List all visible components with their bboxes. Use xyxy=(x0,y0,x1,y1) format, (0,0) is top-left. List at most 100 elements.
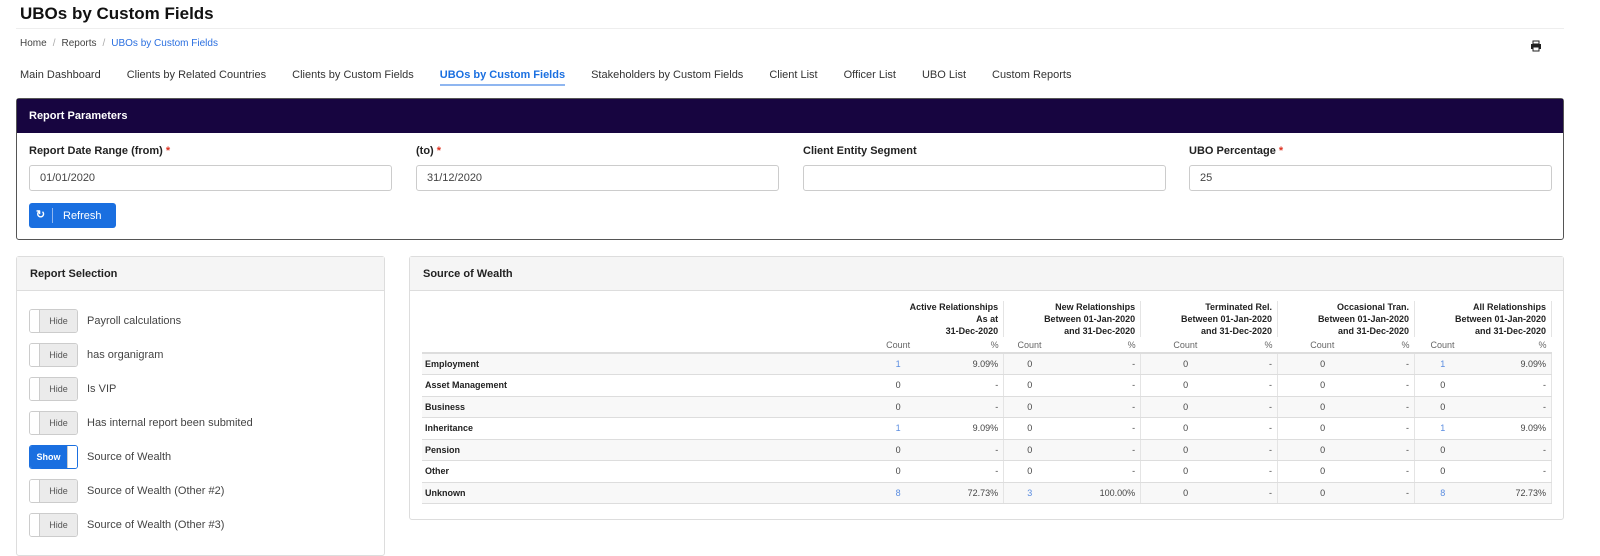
row-label: Pension xyxy=(422,439,871,461)
percent-cell: - xyxy=(1060,460,1142,483)
param-field: Report Date Range (from) * 01/01/2020 xyxy=(29,145,392,191)
report-selection-item: Show Source of Wealth xyxy=(29,445,171,469)
table-row: Employment 1 9.09% 0-0-0-1 9.09% xyxy=(422,353,1552,375)
visibility-toggle[interactable]: Hide xyxy=(29,309,78,333)
item-label: Source of Wealth (Other #3) xyxy=(87,519,225,531)
column-group-header: Active Relationships As at 31-Dec-2020 xyxy=(871,301,1005,337)
header-line: Terminated Rel. xyxy=(1205,302,1273,312)
print-icon[interactable] xyxy=(1530,40,1542,52)
tab-clients-by-related-countries[interactable]: Clients by Related Countries xyxy=(127,69,266,86)
count-cell: 0 xyxy=(1140,353,1236,375)
tab-client-list[interactable]: Client List xyxy=(769,69,817,86)
report-selection-panel: Report Selection Hide Payroll calculation… xyxy=(16,256,385,556)
field-input[interactable] xyxy=(803,165,1166,191)
toggle-state: Hide xyxy=(40,480,77,502)
percent-header: % xyxy=(1475,337,1552,354)
breadcrumb-home[interactable]: Home xyxy=(20,38,47,49)
count-cell[interactable]: 1 xyxy=(871,417,931,440)
header-line: Between 01-Jan-2020 xyxy=(1317,314,1409,324)
percent-cell: 72.73% xyxy=(1475,482,1552,504)
toggle-state: Hide xyxy=(40,378,77,400)
visibility-toggle[interactable]: Hide xyxy=(29,411,78,435)
percent-cell: - xyxy=(1475,439,1552,461)
report-selection-item: Hide Source of Wealth (Other #3) xyxy=(29,513,224,537)
count-cell[interactable]: 8 xyxy=(1414,482,1476,504)
tab-clients-by-custom-fields[interactable]: Clients by Custom Fields xyxy=(292,69,414,86)
percent-cell: - xyxy=(1372,460,1415,483)
count-cell: 0 xyxy=(1414,439,1476,461)
breadcrumb-reports[interactable]: Reports xyxy=(61,38,96,49)
percent-cell: - xyxy=(1475,374,1552,397)
toggle-state: Show xyxy=(30,446,67,468)
percent-cell: - xyxy=(1235,417,1279,440)
percent-cell: - xyxy=(1372,482,1415,504)
param-field: UBO Percentage * 25 xyxy=(1189,145,1552,191)
column-group-header: Occasional Tran. Between 01-Jan-2020 and 3… xyxy=(1277,301,1415,337)
count-cell[interactable]: 1 xyxy=(1414,353,1476,375)
panel-title: Report Parameters xyxy=(17,99,1563,133)
count-cell[interactable]: 1 xyxy=(871,353,931,375)
field-input[interactable]: 01/01/2020 xyxy=(29,165,392,191)
item-label: Has internal report been submited xyxy=(87,417,253,429)
percent-cell: - xyxy=(1372,417,1415,440)
percent-header: % xyxy=(1060,337,1141,354)
count-cell[interactable]: 3 xyxy=(1003,482,1061,504)
tab-custom-reports[interactable]: Custom Reports xyxy=(992,69,1071,86)
refresh-button[interactable]: ↻ Refresh xyxy=(29,203,116,228)
toggle-knob xyxy=(30,310,40,332)
header-line: New Relationships xyxy=(1055,302,1136,312)
count-cell: 0 xyxy=(1414,460,1476,483)
count-cell: 0 xyxy=(1277,482,1373,504)
visibility-toggle[interactable]: Show xyxy=(29,445,78,469)
tab-ubo-list[interactable]: UBO List xyxy=(922,69,966,86)
header-line: Between 01-Jan-2020 xyxy=(1044,314,1136,324)
column-group-header: Terminated Rel. Between 01-Jan-2020 and 31… xyxy=(1140,301,1279,337)
row-label: Employment xyxy=(422,353,871,375)
field-input[interactable]: 31/12/2020 xyxy=(416,165,779,191)
table-row: Asset Management 0-0-0-0-0- xyxy=(422,374,1552,397)
item-label: Source of Wealth (Other #2) xyxy=(87,485,225,497)
table-row: Other 0-0-0-0-0- xyxy=(422,460,1552,483)
row-label: Business xyxy=(422,396,871,418)
field-label: UBO Percentage * xyxy=(1189,145,1552,165)
visibility-toggle[interactable]: Hide xyxy=(29,513,78,537)
percent-cell: - xyxy=(1235,482,1279,504)
visibility-toggle[interactable]: Hide xyxy=(29,377,78,401)
toggle-knob xyxy=(30,514,40,536)
field-label: (to) * xyxy=(416,145,779,165)
count-cell[interactable]: 8 xyxy=(871,482,931,504)
field-input[interactable]: 25 xyxy=(1189,165,1552,191)
percent-cell: 9.09% xyxy=(1475,353,1552,375)
count-header: Count xyxy=(1277,337,1373,354)
percent-cell: - xyxy=(1060,374,1142,397)
report-tabs: Main Dashboard Clients by Related Countri… xyxy=(20,69,1097,86)
header-line: Active Relationships xyxy=(909,302,999,312)
visibility-toggle[interactable]: Hide xyxy=(29,343,78,367)
percent-cell: 72.73% xyxy=(930,482,1005,504)
count-cell: 0 xyxy=(1277,439,1373,461)
count-cell: 0 xyxy=(1140,460,1236,483)
count-header: Count xyxy=(871,337,931,354)
toggle-knob xyxy=(30,480,40,502)
percent-cell: 9.09% xyxy=(930,417,1005,440)
toggle-knob xyxy=(30,412,40,434)
report-selection-item: Hide Is VIP xyxy=(29,377,116,401)
count-cell: 0 xyxy=(1140,396,1236,418)
count-header: Count xyxy=(1414,337,1476,354)
breadcrumb: Home / Reports / UBOs by Custom Fields xyxy=(20,38,218,49)
tab-stakeholders-by-custom-fields[interactable]: Stakeholders by Custom Fields xyxy=(591,69,743,86)
tab-ubos-by-custom-fields[interactable]: UBOs by Custom Fields xyxy=(439,69,566,86)
tab-main-dashboard[interactable]: Main Dashboard xyxy=(20,69,101,86)
tab-officer-list[interactable]: Officer List xyxy=(844,69,896,86)
count-cell[interactable]: 1 xyxy=(1414,417,1476,440)
visibility-toggle[interactable]: Hide xyxy=(29,479,78,503)
page-title: UBOs by Custom Fields xyxy=(20,4,214,23)
header-line: and 31-Dec-2020 xyxy=(1474,326,1546,336)
table-row: Business 0-0-0-0-0- xyxy=(422,396,1552,418)
item-label: Source of Wealth xyxy=(87,451,172,463)
toggle-state: Hide xyxy=(40,412,77,434)
count-cell: 0 xyxy=(1277,353,1373,375)
header-line: Between 01-Jan-2020 xyxy=(1454,314,1546,324)
count-cell: 0 xyxy=(1140,439,1236,461)
refresh-icon: ↻ xyxy=(29,208,53,223)
